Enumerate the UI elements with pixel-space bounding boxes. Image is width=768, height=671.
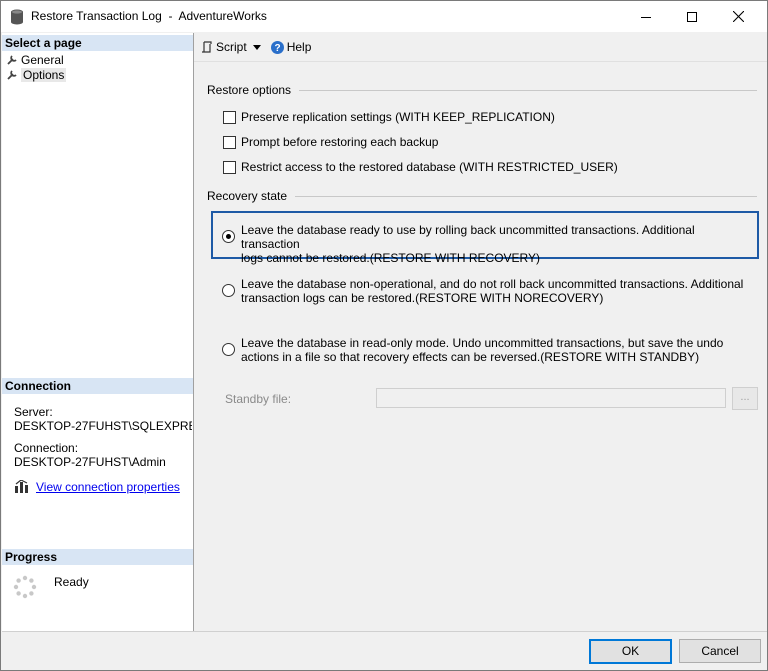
group-divider (295, 195, 757, 197)
checkbox-label: Prompt before restoring each backup (241, 135, 439, 149)
recovery-state-header: Recovery state (207, 189, 288, 203)
progress-spinner-icon (13, 575, 37, 602)
radio-label: Leave the database in read-only mode. Un… (241, 336, 723, 364)
select-page-header: Select a page (2, 35, 193, 51)
page-item-label: Options (21, 67, 67, 82)
script-icon (202, 41, 212, 53)
restrict-access-checkbox[interactable]: Restrict access to the restored database… (223, 160, 618, 174)
checkbox-label: Preserve replication settings (WITH KEEP… (241, 110, 555, 124)
script-label: Script (216, 40, 247, 54)
radio-label: Leave the database ready to use by rolli… (241, 223, 752, 265)
window-title-database: AdventureWorks (178, 9, 267, 23)
window-title: Restore Transaction Log - AdventureWorks (31, 9, 267, 23)
restore-options-header: Restore options (207, 83, 292, 97)
wrench-icon (7, 70, 17, 80)
restore-with-recovery-radio[interactable]: Leave the database ready to use by rolli… (222, 223, 752, 265)
radio-button[interactable] (222, 284, 235, 297)
prompt-before-restore-checkbox[interactable]: Prompt before restoring each backup (223, 135, 438, 149)
group-divider (299, 89, 757, 91)
connection-header: Connection (2, 378, 193, 394)
radio-label-line2: actions in a file so that recovery effec… (241, 350, 700, 364)
checkbox-box[interactable] (223, 110, 236, 124)
restore-with-norecovery-radio[interactable]: Leave the database non-operational, and … (222, 277, 752, 305)
checkbox-box[interactable] (223, 160, 236, 174)
server-value: DESKTOP-27FUHST\SQLEXPRESS (14, 419, 192, 433)
connection-properties-icon (15, 480, 28, 493)
checkbox-label: Restrict access to the restored database… (241, 160, 618, 174)
radio-button[interactable] (222, 343, 235, 356)
recovery-state-group: Recovery state (207, 189, 757, 203)
radio-label-line1: Leave the database non-operational, and … (241, 277, 744, 291)
view-connection-properties[interactable]: View connection properties (14, 480, 180, 494)
radio-label-line1: Leave the database in read-only mode. Un… (241, 336, 724, 350)
radio-label-line1: Leave the database ready to use by rolli… (241, 223, 695, 251)
script-button[interactable]: Script (201, 40, 264, 54)
close-icon (732, 11, 744, 22)
connection-label: Connection: (14, 441, 79, 455)
standby-file-label: Standby file: (225, 392, 292, 406)
progress-header: Progress (2, 549, 193, 565)
cancel-button[interactable]: Cancel (679, 639, 761, 663)
page-item-label: General (21, 52, 64, 67)
title-bar: Restore Transaction Log - AdventureWorks (1, 1, 767, 32)
view-connection-properties-link[interactable]: View connection properties (36, 480, 180, 494)
radio-label-line2: transaction logs can be restored.(RESTOR… (241, 291, 604, 305)
footer-divider (2, 631, 767, 632)
server-label: Server: (14, 405, 53, 419)
restore-with-standby-radio[interactable]: Leave the database in read-only mode. Un… (222, 336, 752, 364)
standby-browse-button[interactable]: ... (732, 387, 758, 410)
page-item-options[interactable]: Options (7, 67, 67, 82)
restore-options-group: Restore options (207, 83, 757, 97)
radio-label: Leave the database non-operational, and … (241, 277, 743, 305)
help-button[interactable]: ? Help (270, 40, 312, 54)
restore-transaction-log-dialog: Restore Transaction Log - AdventureWorks… (0, 0, 768, 671)
minimize-button[interactable] (623, 1, 669, 32)
checkbox-box[interactable] (223, 135, 236, 149)
left-pane: Select a page General Options Connection… (2, 33, 194, 631)
preserve-replication-checkbox[interactable]: Preserve replication settings (WITH KEEP… (223, 110, 555, 124)
page-item-general[interactable]: General (7, 52, 64, 67)
standby-file-input[interactable] (376, 388, 726, 408)
chevron-down-icon[interactable] (252, 44, 261, 50)
help-icon: ? (270, 40, 284, 54)
close-button[interactable] (715, 1, 761, 32)
connection-value: DESKTOP-27FUHST\Admin (14, 455, 166, 469)
maximize-button[interactable] (669, 1, 715, 32)
progress-status: Ready (54, 575, 89, 589)
wrench-icon (7, 55, 17, 65)
toolbar-divider (194, 61, 767, 62)
window-title-text: Restore Transaction Log (31, 9, 162, 23)
maximize-icon (687, 11, 697, 22)
toolbar: Script ? Help (194, 33, 767, 61)
help-label: Help (286, 40, 312, 54)
svg-text:?: ? (274, 43, 280, 54)
minimize-icon (641, 16, 651, 18)
radio-label-line2: logs cannot be restored.(RESTORE WITH RE… (241, 251, 540, 265)
database-icon (10, 9, 24, 28)
ok-button[interactable]: OK (589, 639, 672, 664)
radio-button[interactable] (222, 230, 235, 243)
